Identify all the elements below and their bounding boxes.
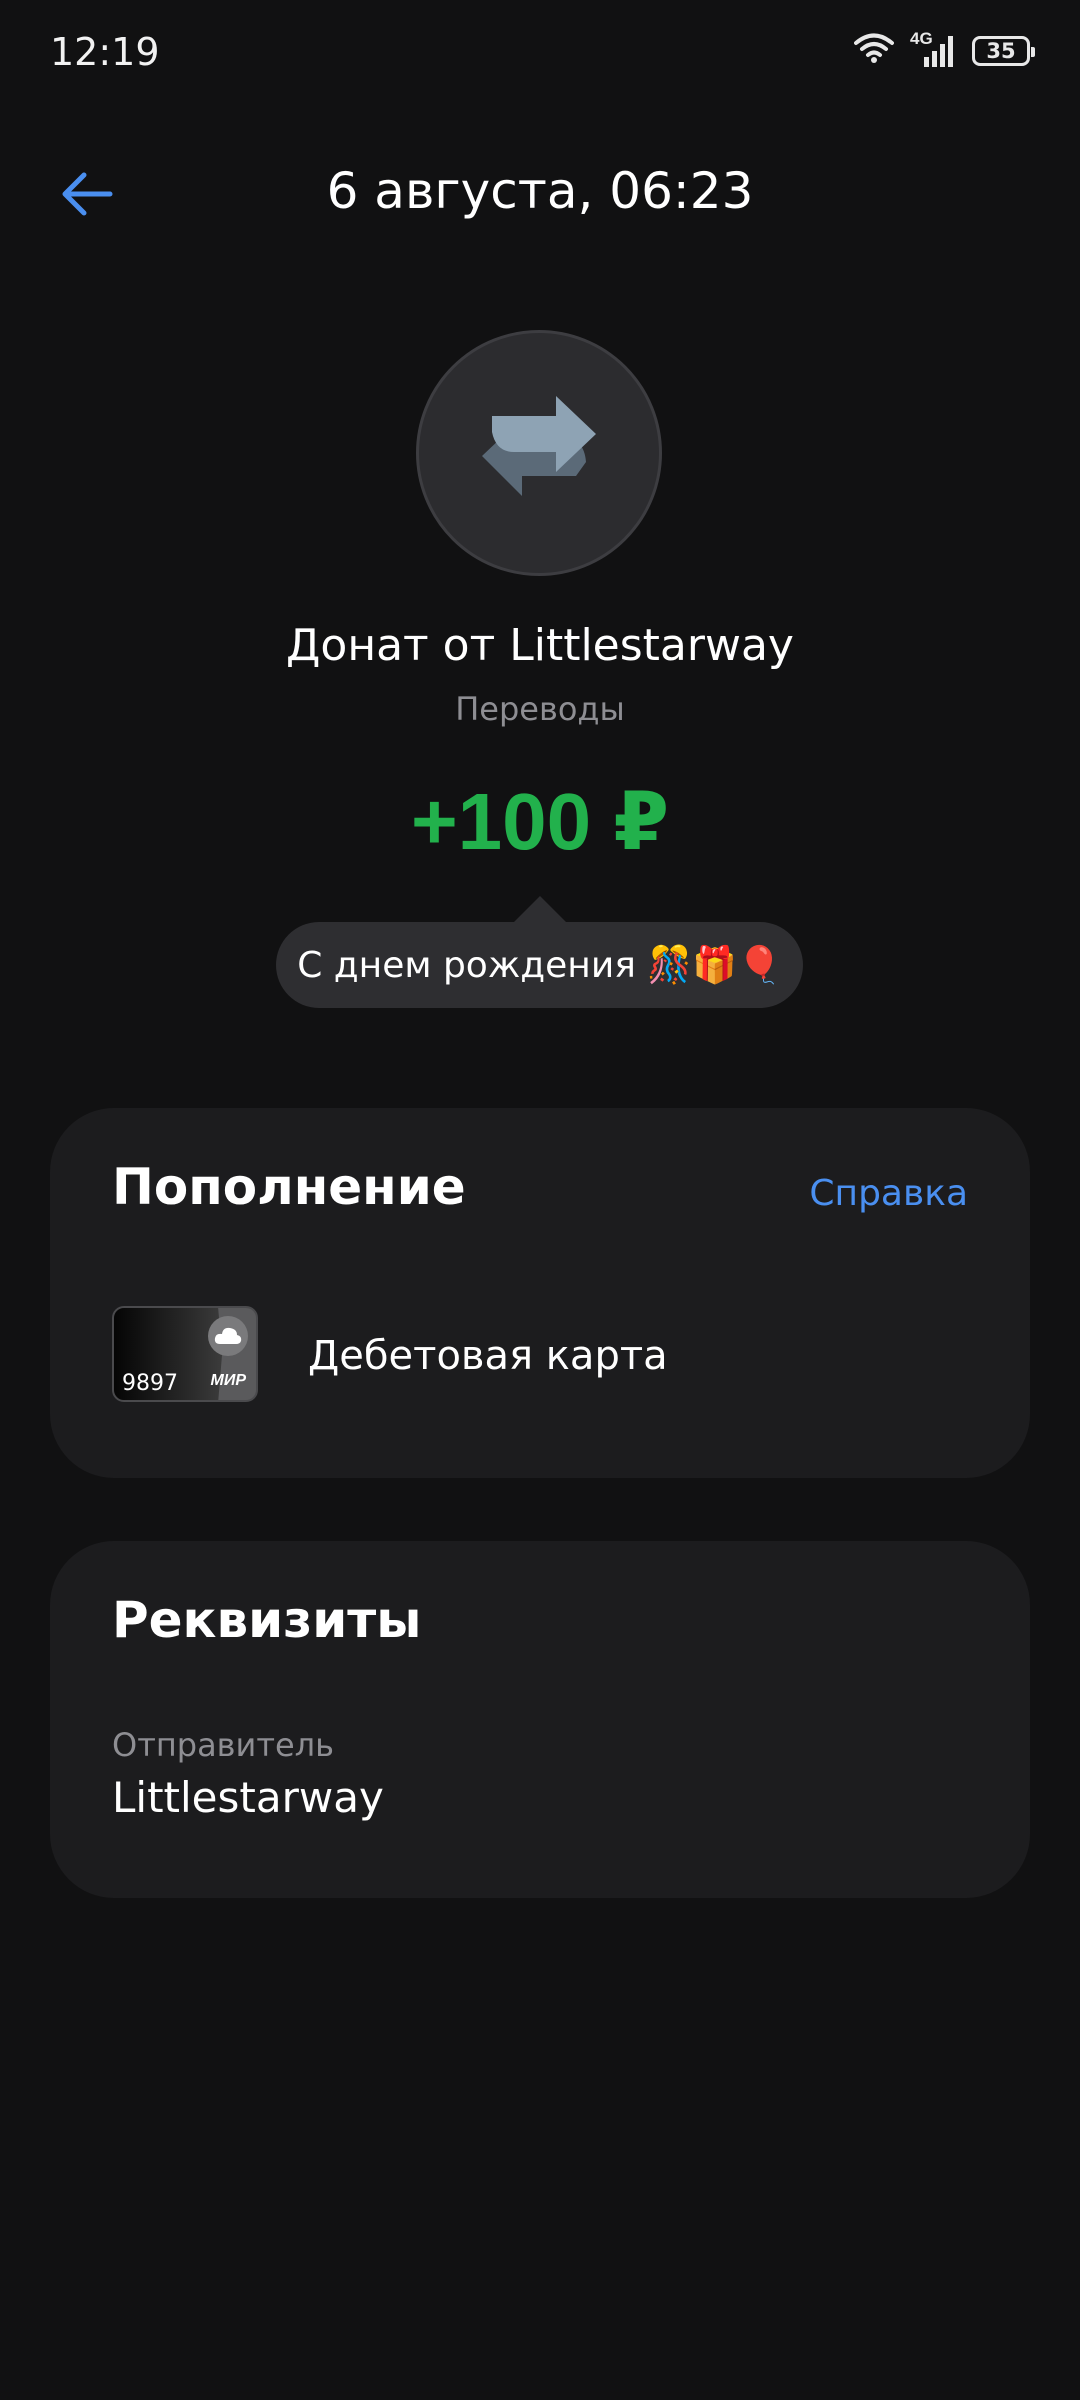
sender-value[interactable]: Littlestarway [112,1773,384,1822]
topup-card: Пополнение Справка 9897 МИР Дебетовая ка… [50,1108,1030,1478]
operation-category[interactable]: Переводы [0,690,1080,728]
details-heading: Реквизиты [112,1591,422,1649]
sender-label: Отправитель [112,1726,334,1764]
battery-icon: 35 [972,35,1035,66]
payment-system-logo: МИР [210,1372,246,1389]
status-time: 12:19 [50,30,160,74]
transfer-arrows-icon [464,376,614,531]
operation-amount: +100 ₽ [410,777,670,866]
cloud-icon [208,1316,248,1356]
signal-icon: 4G [910,29,956,69]
help-link[interactable]: Справка [809,1173,968,1214]
battery-level: 35 [986,38,1016,63]
message-bubble: С днем рождения 🎊🎁🎈 [276,896,803,1008]
status-bar: 12:19 4G 35 [0,0,1080,110]
card-last4: 9897 [122,1371,178,1396]
status-icons: 4G 35 [854,29,1035,69]
topup-heading: Пополнение [112,1158,466,1216]
details-card: Реквизиты Отправитель Littlestarway [50,1541,1030,1898]
message-text: С днем рождения 🎊🎁🎈 [297,945,782,986]
wifi-icon [854,32,894,69]
operation-title: Донат от Littlestarway [286,620,794,671]
card-type-label[interactable]: Дебетовая карта [308,1333,668,1379]
operation-category-icon [416,330,662,576]
bank-card-thumbnail[interactable]: 9897 МИР [112,1306,258,1402]
header: 6 августа, 06:23 [0,150,1080,240]
page-title: 6 августа, 06:23 [326,162,754,220]
